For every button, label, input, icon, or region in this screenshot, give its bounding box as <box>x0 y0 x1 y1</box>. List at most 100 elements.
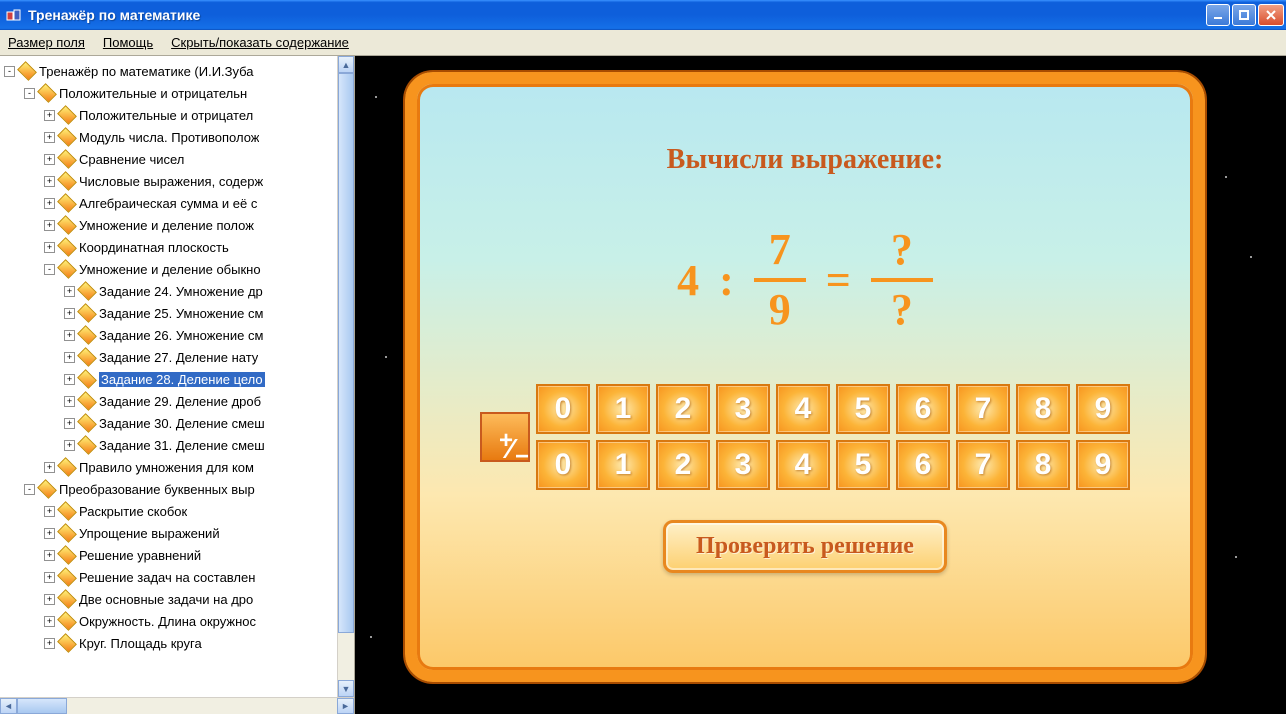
digit-button-0[interactable]: 0 <box>536 384 590 434</box>
digit-button-5[interactable]: 5 <box>836 384 890 434</box>
scroll-left-button[interactable]: ◄ <box>0 698 17 714</box>
expand-icon[interactable]: + <box>44 110 55 121</box>
digit-button-4[interactable]: 4 <box>776 440 830 490</box>
tree-node[interactable]: +Упрощение выражений <box>4 522 334 544</box>
vertical-scrollbar[interactable]: ▲ ▼ <box>337 56 354 697</box>
check-solution-button[interactable]: Проверить решение <box>663 520 947 573</box>
digit-button-9[interactable]: 9 <box>1076 440 1130 490</box>
expand-icon[interactable]: + <box>44 550 55 561</box>
tree-node[interactable]: -Преобразование буквенных выр <box>4 478 334 500</box>
tree-node-label: Решение задач на составлен <box>79 570 255 585</box>
tree-node[interactable]: +Задание 26. Умножение см <box>4 324 334 346</box>
close-button[interactable] <box>1258 4 1284 26</box>
expand-icon[interactable]: + <box>44 132 55 143</box>
tree-node[interactable]: +Алгебраическая сумма и её с <box>4 192 334 214</box>
expand-icon[interactable]: + <box>44 154 55 165</box>
minimize-button[interactable] <box>1206 4 1230 26</box>
collapse-icon[interactable]: - <box>24 88 35 99</box>
scroll-thumb[interactable] <box>338 73 354 633</box>
digit-button-2[interactable]: 2 <box>656 440 710 490</box>
scroll-up-button[interactable]: ▲ <box>338 56 354 73</box>
tree-node[interactable]: +Задание 28. Деление цело <box>4 368 334 390</box>
expand-icon[interactable]: + <box>64 308 75 319</box>
tree-node[interactable]: +Задание 30. Деление смеш <box>4 412 334 434</box>
expand-icon[interactable]: + <box>44 198 55 209</box>
tree-node[interactable]: -Умножение и деление обыкно <box>4 258 334 280</box>
digit-button-6[interactable]: 6 <box>896 440 950 490</box>
tree-node[interactable]: +Задание 24. Умножение др <box>4 280 334 302</box>
tree-node[interactable]: +Положительные и отрицател <box>4 104 334 126</box>
tree-node[interactable]: +Задание 27. Деление нату <box>4 346 334 368</box>
tree-node[interactable]: + Числовые выражения, содерж <box>4 170 334 192</box>
tree-node[interactable]: +Умножение и деление полож <box>4 214 334 236</box>
tree-node[interactable]: +Координатная плоскость <box>4 236 334 258</box>
digit-button-8[interactable]: 8 <box>1016 384 1070 434</box>
expand-icon[interactable]: + <box>64 396 75 407</box>
hscroll-thumb[interactable] <box>17 698 67 714</box>
scroll-right-button[interactable]: ► <box>337 698 354 714</box>
tree-node[interactable]: - Тренажёр по математике (И.И.Зуба <box>4 60 334 82</box>
digit-button-9[interactable]: 9 <box>1076 384 1130 434</box>
answer-numerator[interactable]: ? <box>883 226 921 274</box>
maximize-button[interactable] <box>1232 4 1256 26</box>
tree-node[interactable]: +Окружность. Длина окружнос <box>4 610 334 632</box>
menu-field-size[interactable]: Размер поля <box>8 35 85 50</box>
digit-button-7[interactable]: 7 <box>956 384 1010 434</box>
expand-icon[interactable]: + <box>64 440 75 451</box>
digit-button-0[interactable]: 0 <box>536 440 590 490</box>
tree-node[interactable]: +Решение уравнений <box>4 544 334 566</box>
tree-node[interactable]: +Сравнение чисел <box>4 148 334 170</box>
tree-node-label: Две основные задачи на дро <box>79 592 253 607</box>
horizontal-scrollbar[interactable]: ◄ ► <box>0 697 354 714</box>
tree-node[interactable]: +Раскрытие скобок <box>4 500 334 522</box>
book-icon <box>77 325 97 345</box>
expand-icon[interactable]: + <box>44 572 55 583</box>
expand-icon[interactable]: + <box>64 352 75 363</box>
tree-node-label: Числовые выражения, содерж <box>79 174 263 189</box>
digit-button-3[interactable]: 3 <box>716 384 770 434</box>
expand-icon[interactable]: + <box>44 506 55 517</box>
collapse-icon[interactable]: - <box>24 484 35 495</box>
collapse-icon[interactable]: - <box>4 66 15 77</box>
tree-node[interactable]: +Круг. Площадь круга <box>4 632 334 654</box>
digit-button-8[interactable]: 8 <box>1016 440 1070 490</box>
expand-icon[interactable]: + <box>44 462 55 473</box>
digit-button-6[interactable]: 6 <box>896 384 950 434</box>
keypad: +⁄− 0123456789 0123456789 Проверить реше… <box>417 384 1193 573</box>
collapse-icon[interactable]: - <box>44 264 55 275</box>
menu-toggle-toc[interactable]: Скрыть/показать содержание <box>171 35 349 50</box>
digit-button-1[interactable]: 1 <box>596 384 650 434</box>
expand-icon[interactable]: + <box>44 528 55 539</box>
answer-denominator[interactable]: ? <box>883 286 921 334</box>
tree-node[interactable]: + Две основные задачи на дро <box>4 588 334 610</box>
tree-node-label: Тренажёр по математике (И.И.Зуба <box>39 64 254 79</box>
tree-node[interactable]: +Модуль числа. Противополож <box>4 126 334 148</box>
expand-icon[interactable]: + <box>44 616 55 627</box>
tree-node[interactable]: +Задание 29. Деление дроб <box>4 390 334 412</box>
tree-node-label: Задание 31. Деление смеш <box>99 438 265 453</box>
expand-icon[interactable]: + <box>64 286 75 297</box>
digit-button-4[interactable]: 4 <box>776 384 830 434</box>
expand-icon[interactable]: + <box>44 176 55 187</box>
tree-node-label: Правило умножения для ком <box>79 460 254 475</box>
tree-node[interactable]: + Задание 31. Деление смеш <box>4 434 334 456</box>
digit-button-2[interactable]: 2 <box>656 384 710 434</box>
tree-node[interactable]: + Решение задач на составлен <box>4 566 334 588</box>
expand-icon[interactable]: + <box>44 220 55 231</box>
digit-button-1[interactable]: 1 <box>596 440 650 490</box>
scroll-down-button[interactable]: ▼ <box>338 680 354 697</box>
digit-button-7[interactable]: 7 <box>956 440 1010 490</box>
tree-node[interactable]: -Положительные и отрицательн <box>4 82 334 104</box>
expand-icon[interactable]: + <box>44 594 55 605</box>
expand-icon[interactable]: + <box>44 242 55 253</box>
digit-button-5[interactable]: 5 <box>836 440 890 490</box>
menu-help[interactable]: Помощь <box>103 35 153 50</box>
expand-icon[interactable]: + <box>64 374 75 385</box>
tree-node[interactable]: + Правило умножения для ком <box>4 456 334 478</box>
expand-icon[interactable]: + <box>64 418 75 429</box>
expand-icon[interactable]: + <box>44 638 55 649</box>
digit-button-3[interactable]: 3 <box>716 440 770 490</box>
tree-node[interactable]: +Задание 25. Умножение см <box>4 302 334 324</box>
expand-icon[interactable]: + <box>64 330 75 341</box>
sign-toggle-button[interactable]: +⁄− <box>480 412 530 462</box>
